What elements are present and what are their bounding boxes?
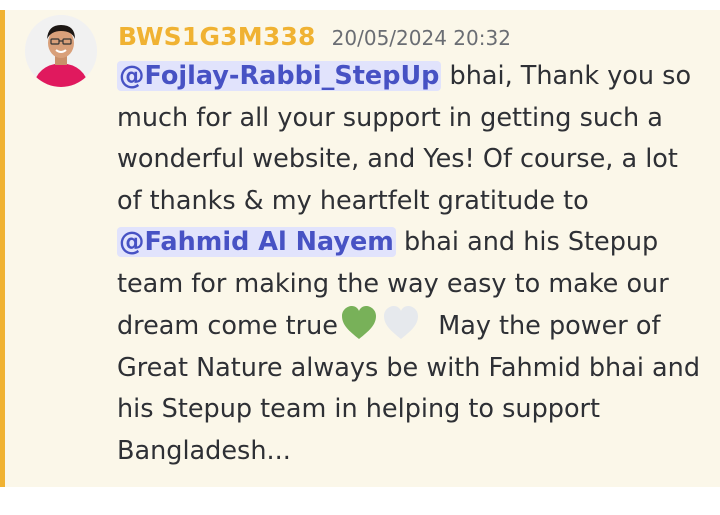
- mention-fahmid-al-nayem[interactable]: @Fahmid Al Nayem: [117, 227, 396, 257]
- white-heart-icon: [383, 306, 418, 339]
- message-content: @Fojlay-Rabbi_StepUp bhai, Thank you so …: [117, 56, 707, 472]
- chat-message: BWS1G3M338 20/05/2024 20:32 @Fojlay-Rabb…: [0, 10, 720, 487]
- message-header: BWS1G3M338 20/05/2024 20:32: [118, 22, 511, 51]
- mention-fojlay-rabbi[interactable]: @Fojlay-Rabbi_StepUp: [117, 61, 442, 91]
- user-avatar[interactable]: [25, 15, 97, 87]
- message-author[interactable]: BWS1G3M338: [118, 22, 316, 51]
- green-heart-icon: [341, 306, 376, 339]
- bottom-spacer: [0, 487, 720, 515]
- message-timestamp: 20/05/2024 20:32: [331, 26, 511, 50]
- avatar-photo-icon: [25, 15, 97, 87]
